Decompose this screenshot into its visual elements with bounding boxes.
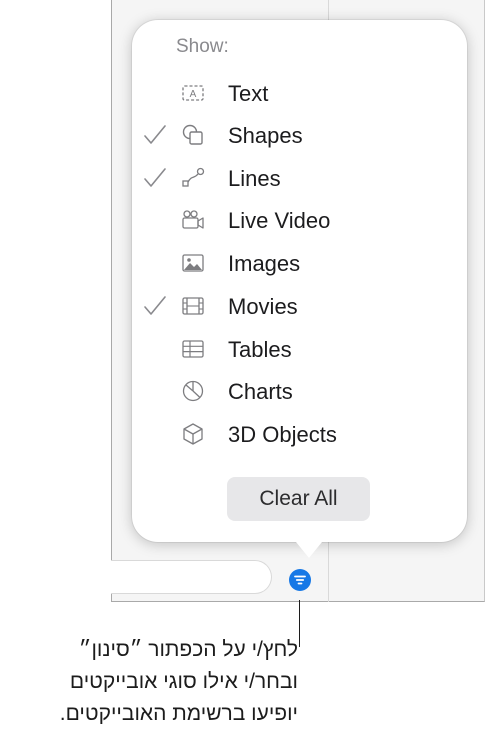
live-video-icon — [180, 207, 206, 233]
pie-chart-icon — [180, 378, 206, 404]
menu-item-charts[interactable]: Charts — [132, 372, 467, 412]
film-icon — [180, 293, 206, 319]
menu-item-lines[interactable]: Lines — [132, 159, 467, 199]
search-field[interactable] — [111, 560, 272, 594]
menu-item-label: Live Video — [228, 208, 331, 233]
menu-item-label: Movies — [228, 294, 298, 319]
show-header: Show: — [176, 36, 229, 57]
filter-icon — [294, 575, 306, 585]
menu-item-label: Images — [228, 251, 301, 276]
svg-text:A: A — [190, 89, 197, 100]
menu-item-label: Text — [228, 81, 269, 106]
menu-item-3d-objects[interactable]: 3D Objects — [132, 415, 467, 455]
image-icon — [180, 250, 206, 276]
checkmark-icon — [142, 165, 168, 191]
menu-item-images[interactable]: Images — [132, 244, 467, 284]
callout-line — [299, 600, 300, 647]
menu-item-tables[interactable]: Tables — [132, 330, 467, 370]
menu-item-label: Lines — [228, 166, 281, 191]
menu-item-text[interactable]: A Text — [132, 74, 467, 114]
shapes-icon — [180, 122, 206, 148]
menu-item-label: 3D Objects — [228, 422, 337, 447]
filter-button[interactable] — [289, 569, 311, 591]
cube-icon — [180, 421, 206, 447]
caption: לחץ/י על הכפתור ״סינון״ ובחר/י אילו סוגי… — [0, 634, 298, 730]
caption-line-3: יופיעו ברשימת האובייקטים. — [59, 702, 298, 725]
clear-all-button[interactable]: Clear All — [227, 477, 370, 521]
show-filter-popover: Show: A Text Shapes Lines Live Video Ima… — [132, 20, 467, 558]
menu-item-label: Shapes — [228, 123, 303, 148]
menu-item-label: Tables — [228, 337, 292, 362]
menu-item-movies[interactable]: Movies — [132, 287, 467, 327]
checkmark-icon — [142, 122, 168, 148]
table-icon — [180, 336, 206, 362]
caption-line-2: ובחר/י אילו סוגי אובייקטים — [69, 670, 298, 693]
checkmark-icon — [142, 293, 168, 319]
menu-item-label: Charts — [228, 379, 293, 404]
popover-arrow — [296, 542, 322, 558]
caption-line-1: לחץ/י על הכפתור ״סינון״ — [78, 638, 298, 661]
menu-item-live-video[interactable]: Live Video — [132, 201, 467, 241]
lines-icon — [180, 165, 206, 191]
text-box-icon: A — [180, 80, 206, 106]
menu-item-shapes[interactable]: Shapes — [132, 116, 467, 156]
